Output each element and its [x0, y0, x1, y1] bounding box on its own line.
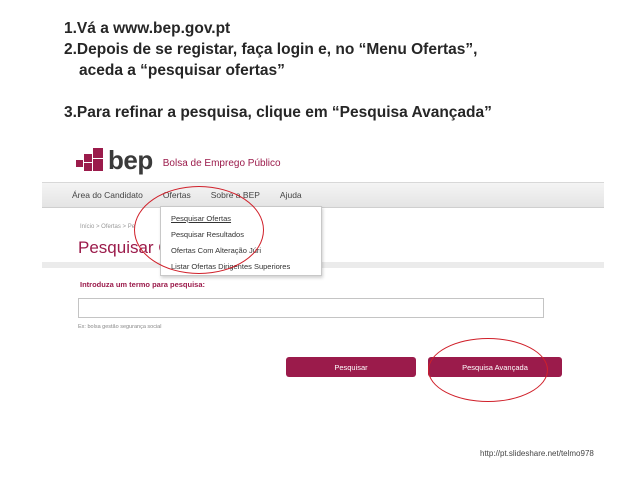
logo-subtitle: Bolsa de Emprego Público	[162, 157, 281, 169]
search-label: Introduza um termo para pesquisa:	[80, 280, 206, 289]
nav-ajuda[interactable]: Ajuda	[280, 190, 302, 200]
main-nav: Área do Candidato Ofertas Sobre a BEP Aj…	[42, 182, 604, 208]
nav-ofertas[interactable]: Ofertas	[163, 190, 191, 200]
step-3: 3.Para refinar a pesquisa, clique em “Pe…	[64, 104, 492, 121]
menu-item-pesquisar-ofertas[interactable]: Pesquisar Ofertas	[161, 211, 321, 227]
step-2-line-2: aceda a “pesquisar ofertas”	[79, 62, 285, 79]
menu-item-pesquisar-resultados[interactable]: Pesquisar Resultados	[161, 227, 321, 243]
source-credit: http://pt.slideshare.net/telmo978	[480, 449, 594, 458]
pesquisa-avancada-button[interactable]: Pesquisa Avançada	[428, 357, 562, 377]
ofertas-dropdown-menu: Pesquisar Ofertas Pesquisar Resultados O…	[160, 206, 322, 276]
search-hint: Ex: bolsa gestão segurança social	[78, 324, 162, 330]
website-screenshot: bep Bolsa de Emprego Público Área do Can…	[42, 138, 604, 384]
nav-sobre-bep[interactable]: Sobre a BEP	[211, 190, 260, 200]
menu-item-listar-ofertas-dirigentes[interactable]: Listar Ofertas Dirigentes Superiores	[161, 259, 321, 275]
page-title: Pesquisar O	[78, 238, 172, 257]
logo-squares-icon	[76, 148, 104, 172]
logo-word: bep	[108, 144, 153, 175]
instructions: 1.Vá a www.bep.gov.pt 2.Depois de se reg…	[64, 18, 624, 123]
menu-item-ofertas-alteracao-juri[interactable]: Ofertas Com Alteração Júri	[161, 243, 321, 259]
title-divider	[42, 262, 604, 268]
search-input[interactable]	[78, 298, 544, 318]
nav-area-candidato[interactable]: Área do Candidato	[72, 190, 143, 200]
step-2-line-1: 2.Depois de se registar, faça login e, n…	[64, 41, 478, 58]
pesquisar-button[interactable]: Pesquisar	[286, 357, 416, 377]
step-1: 1.Vá a www.bep.gov.pt	[64, 20, 231, 37]
bep-logo: bep Bolsa de Emprego Público	[76, 144, 281, 175]
breadcrumb: Início > Ofertas > Pe	[80, 224, 136, 230]
